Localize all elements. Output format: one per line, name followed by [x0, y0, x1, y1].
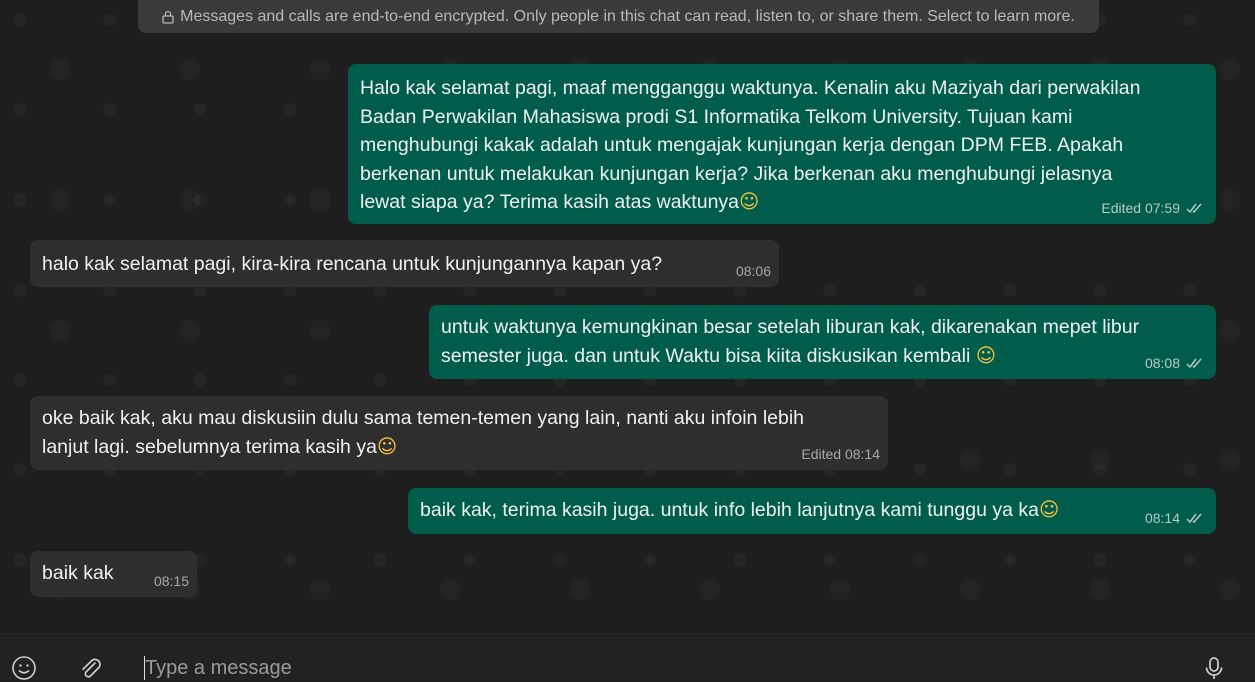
message-meta: 08:14	[1145, 510, 1204, 526]
message-time: Edited 07:59	[1101, 200, 1180, 216]
read-ticks-icon	[1186, 513, 1202, 524]
message-meta: Edited 08:14	[801, 446, 880, 462]
smiling-emoji: ☺	[376, 434, 398, 458]
message-text: baik kak	[42, 562, 114, 584]
message-bubble-incoming[interactable]: oke baik kak, aku mau diskusiin dulu sam…	[30, 396, 888, 470]
voice-message-button[interactable]	[1200, 654, 1228, 682]
attach-button[interactable]	[76, 654, 104, 682]
message-meta: 08:08	[1145, 355, 1204, 371]
message-meta: Edited 07:59	[1101, 200, 1204, 216]
message-meta: 08:15	[154, 573, 189, 589]
emoji-button[interactable]	[10, 654, 38, 682]
smiling-emoji: ☺	[1038, 498, 1060, 521]
text-caret	[144, 656, 145, 680]
message-input[interactable]	[145, 654, 1175, 682]
message-bubble-incoming[interactable]: halo kak selamat pagi, kira-kira rencana…	[30, 240, 779, 287]
chat-pane[interactable]: Messages and calls are end-to-end encryp…	[0, 0, 1255, 633]
composer-bar	[0, 633, 1255, 682]
message-bubble-outgoing[interactable]: untuk waktunya kemungkinan besar setelah…	[429, 305, 1216, 379]
read-ticks-icon	[1186, 203, 1202, 214]
message-time: 08:08	[1144, 355, 1180, 371]
message-text: oke baik kak, aku mau diskusiin dulu sam…	[42, 407, 805, 458]
message-time: Edited 08:14	[801, 446, 880, 462]
message-time: 08:06	[735, 263, 771, 279]
emoji-icon	[12, 656, 36, 680]
message-text: untuk waktunya kemungkinan besar setelah…	[441, 316, 1140, 367]
message-bubble-outgoing[interactable]: Halo kak selamat pagi, maaf mengganggu w…	[348, 64, 1216, 224]
message-bubble-incoming[interactable]: baik kak 08:15	[30, 551, 197, 597]
message-time: 08:14	[1144, 510, 1180, 526]
encryption-banner-text: Messages and calls are end-to-end encryp…	[180, 7, 1075, 25]
message-time: 08:15	[153, 573, 189, 589]
message-meta: 08:06	[736, 263, 771, 279]
smiling-emoji: ☺	[739, 190, 760, 213]
microphone-icon	[1205, 657, 1223, 679]
smiling-emoji: ☺	[975, 343, 997, 367]
read-ticks-icon	[1186, 358, 1202, 369]
lock-icon	[162, 10, 174, 24]
message-text: baik kak, terima kasih juga. untuk info …	[420, 499, 1039, 521]
message-text: halo kak selamat pagi, kira-kira rencana…	[42, 253, 663, 275]
attach-icon	[82, 658, 101, 678]
message-bubble-outgoing[interactable]: baik kak, terima kasih juga. untuk info …	[408, 488, 1216, 534]
encryption-banner[interactable]: Messages and calls are end-to-end encryp…	[138, 0, 1099, 33]
